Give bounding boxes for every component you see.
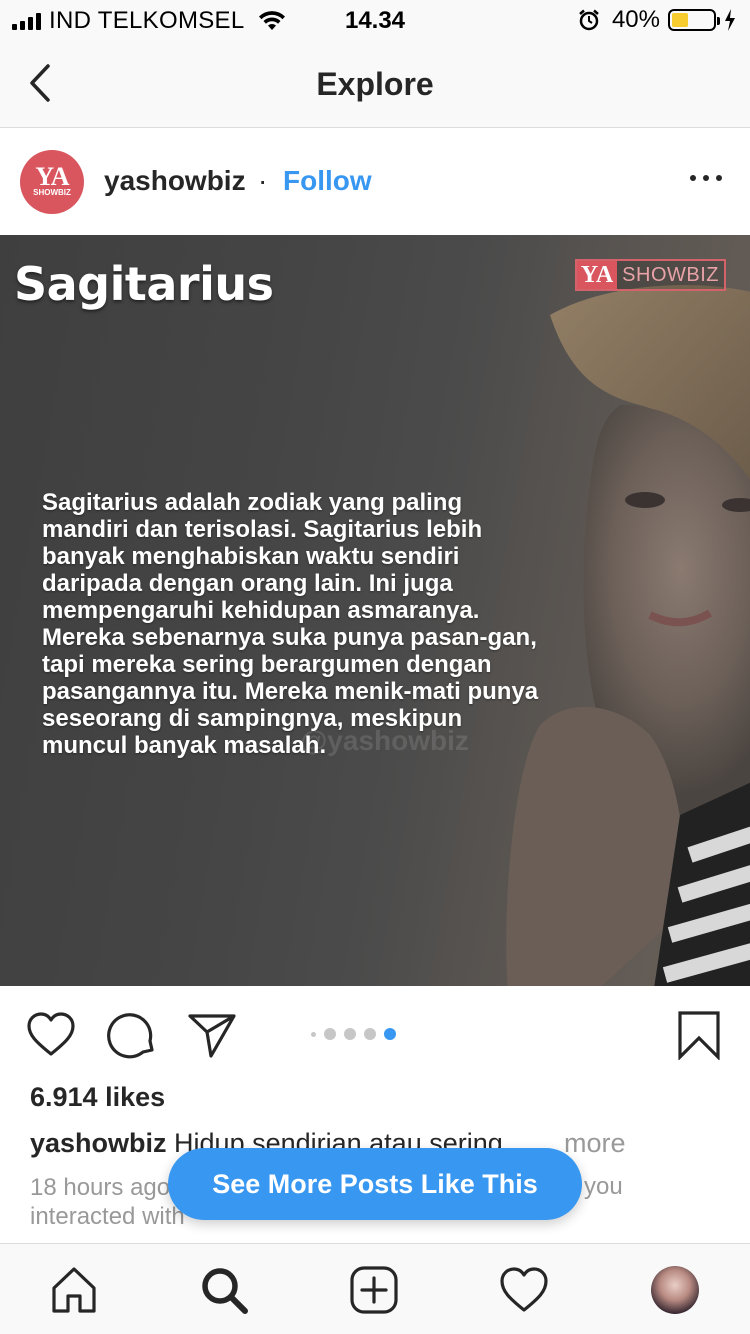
battery-percent: 40% <box>611 6 660 33</box>
caption-username[interactable]: yashowbiz <box>30 1128 167 1158</box>
image-watermark: @yashowbiz <box>300 725 469 756</box>
post-meta-line2: interacted with <box>30 1203 185 1230</box>
carousel-dot <box>344 1028 356 1040</box>
nav-bar: Explore <box>0 40 750 128</box>
see-more-posts-button[interactable]: See More Posts Like This <box>168 1148 582 1220</box>
bookmark-icon[interactable] <box>674 1010 724 1060</box>
post-meta: 18 hours ago interacted with <box>30 1173 185 1231</box>
more-horizontal-icon[interactable] <box>690 175 722 187</box>
image-body-text: Sagitarius adalah zodiak yang paling man… <box>42 489 539 759</box>
alarm-icon <box>579 9 599 31</box>
post-header: YA SHOWBIZ yashowbiz · Follow <box>0 129 750 235</box>
home-icon[interactable] <box>48 1264 100 1316</box>
heart-icon[interactable] <box>26 1010 76 1060</box>
comment-icon[interactable] <box>107 1010 157 1060</box>
profile-avatar[interactable] <box>651 1266 699 1314</box>
page-title: Explore <box>316 66 434 102</box>
follow-button[interactable]: Follow <box>283 165 372 197</box>
post-meta-tail: you <box>584 1173 623 1200</box>
carousel-dot <box>384 1028 396 1040</box>
battery-level <box>672 13 688 27</box>
separator: · <box>258 165 268 196</box>
image-title: Sagitarius <box>14 257 274 311</box>
post-timestamp: 18 hours ago <box>30 1174 171 1201</box>
post-username[interactable]: yashowbiz <box>104 165 246 197</box>
search-icon[interactable] <box>198 1264 250 1316</box>
avatar[interactable]: YA SHOWBIZ <box>20 150 84 214</box>
share-icon[interactable] <box>187 1010 237 1060</box>
avatar-logo-sub: SHOWBIZ <box>33 188 71 197</box>
carousel-dot <box>364 1028 376 1040</box>
image-logo: YA SHOWBIZ <box>574 259 726 291</box>
image-logo-sub: SHOWBIZ <box>622 264 719 286</box>
add-post-icon[interactable] <box>348 1264 400 1316</box>
caption-more-link[interactable]: more <box>564 1128 626 1159</box>
post-actions <box>0 986 750 1082</box>
charging-icon <box>725 9 735 31</box>
activity-heart-icon[interactable] <box>498 1264 550 1316</box>
battery-icon <box>668 9 720 31</box>
carousel-indicator <box>311 1028 396 1040</box>
post-image[interactable]: Sagitarius YA SHOWBIZ Sagitarius adalah … <box>0 235 750 986</box>
avatar-logo-main: YA <box>35 162 69 191</box>
carousel-dot <box>324 1028 336 1040</box>
image-logo-main: YA <box>576 261 618 289</box>
carousel-dot <box>311 1031 316 1037</box>
tab-bar <box>0 1243 750 1334</box>
likes-count[interactable]: 6.914 likes <box>30 1082 165 1113</box>
status-bar: IND TELKOMSEL 14.34 40% <box>0 0 750 40</box>
